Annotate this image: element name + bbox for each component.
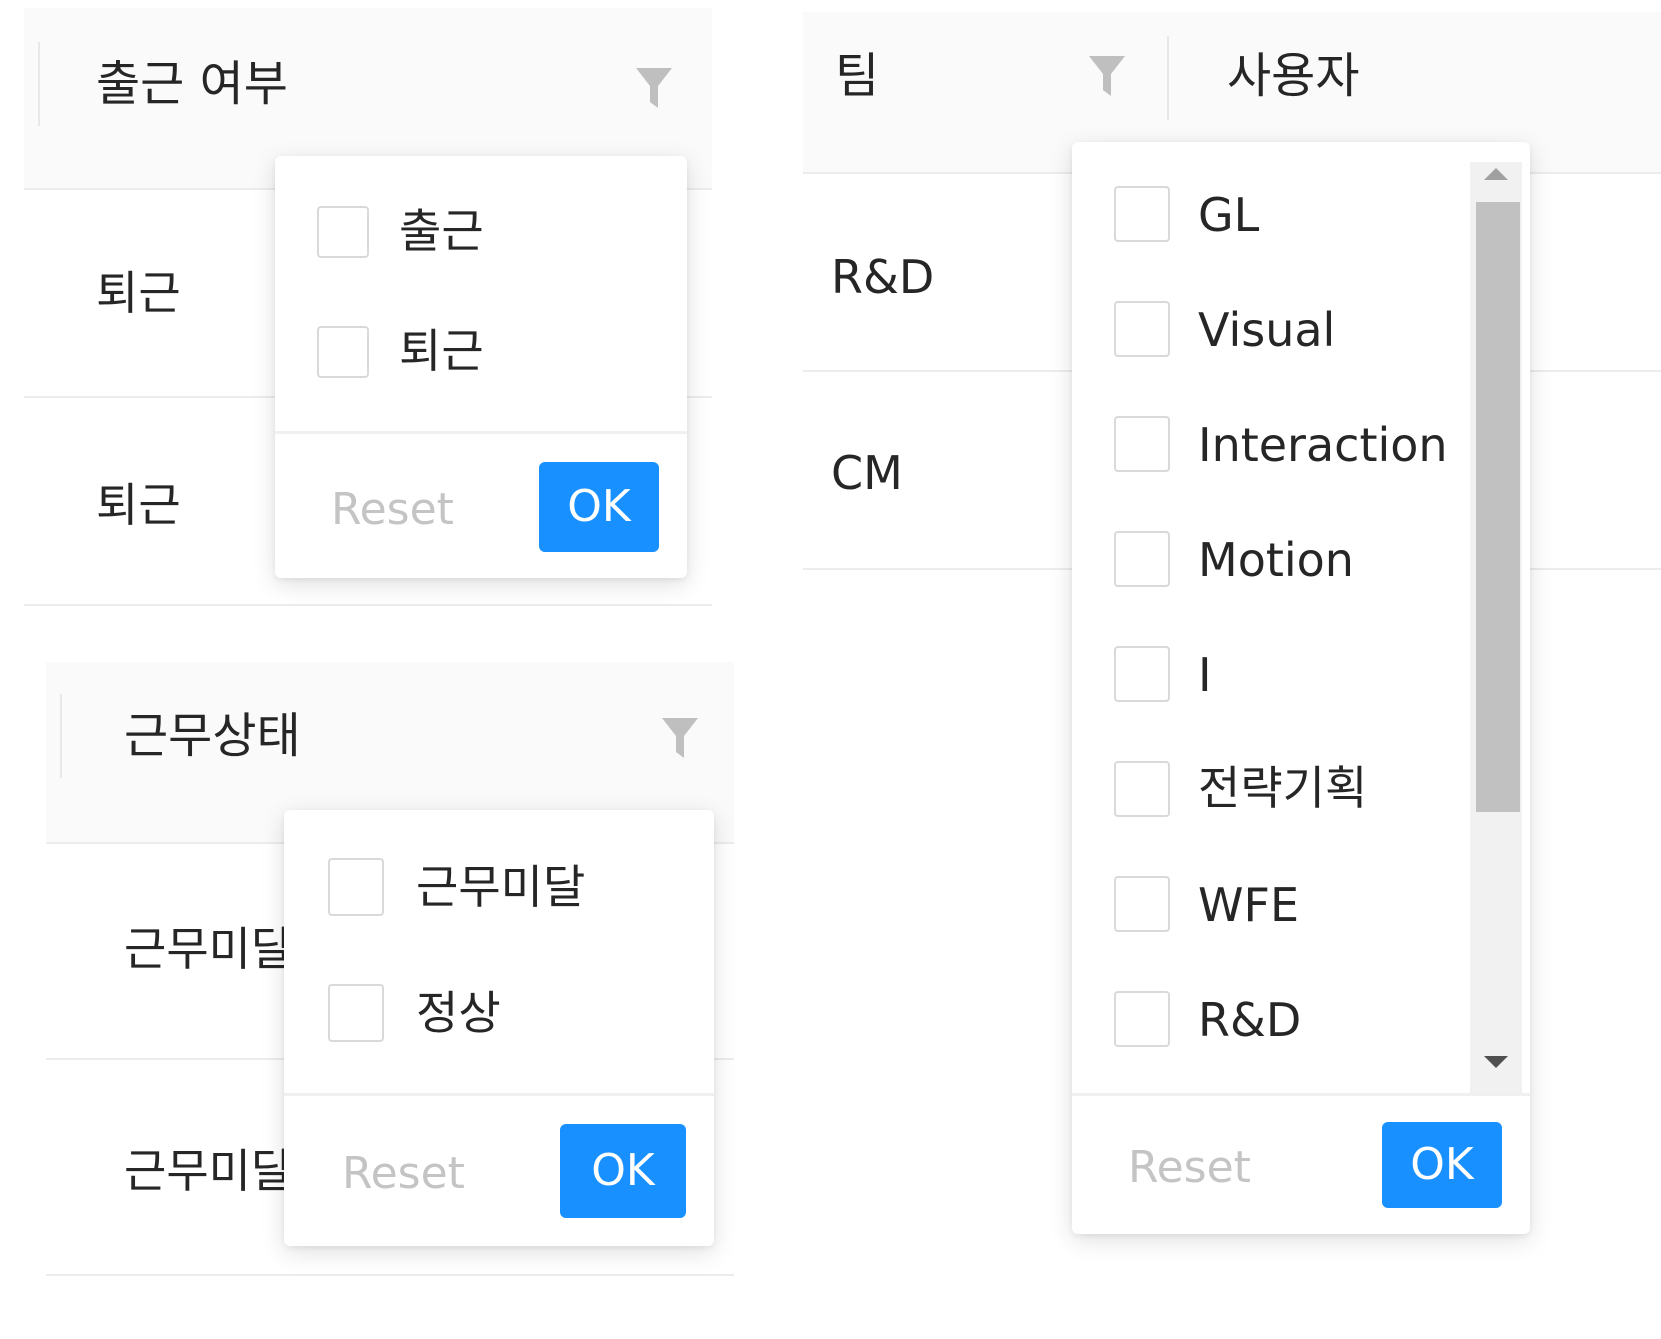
column-title-attendance: 출근 여부: [96, 56, 288, 112]
filter-option-label: 퇴근: [399, 324, 484, 378]
filter-option-item[interactable]: 출근: [275, 202, 687, 262]
filter-option-label: Visual: [1198, 303, 1336, 357]
work-status-filter-dropdown: 근무미달 정상 Reset OK: [284, 810, 714, 1246]
filter-checkbox[interactable]: [328, 858, 384, 916]
filter-option-label: I: [1198, 648, 1212, 702]
filter-checkbox[interactable]: [1114, 876, 1170, 932]
filter-checkbox[interactable]: [1114, 416, 1170, 472]
filter-option-item[interactable]: Motion: [1072, 531, 1530, 591]
filter-funnel-icon[interactable]: [634, 66, 674, 112]
filter-option-label: 전략기획: [1198, 761, 1368, 815]
dropdown-scrollbar[interactable]: [1470, 162, 1522, 1094]
row-cell-team: R&D: [831, 250, 935, 304]
filter-funnel-icon[interactable]: [660, 716, 700, 762]
scrollbar-thumb[interactable]: [1476, 202, 1520, 812]
caret-down-icon[interactable]: [1484, 1056, 1508, 1068]
filter-checkbox[interactable]: [1114, 991, 1170, 1047]
filter-checkbox[interactable]: [1114, 646, 1170, 702]
row-cell-attendance: 퇴근: [96, 266, 181, 320]
column-title-team: 팀: [835, 48, 880, 104]
filter-option-item[interactable]: GL: [1072, 186, 1530, 246]
filter-option-item[interactable]: 전략기획: [1072, 761, 1530, 821]
filter-option-item[interactable]: 퇴근: [275, 322, 687, 382]
filter-dropdown-footer: Reset OK: [275, 431, 687, 578]
ok-button[interactable]: OK: [560, 1124, 686, 1218]
filter-option-label: GL: [1198, 188, 1260, 242]
filter-option-item[interactable]: Visual: [1072, 301, 1530, 361]
filter-option-label: Motion: [1198, 533, 1354, 587]
column-title-user: 사용자: [1227, 48, 1360, 104]
filter-funnel-icon[interactable]: [1087, 54, 1127, 100]
filter-option-item[interactable]: R&D: [1072, 991, 1530, 1051]
reset-button[interactable]: Reset: [342, 1152, 465, 1196]
filter-dropdown-footer: Reset OK: [1072, 1093, 1530, 1234]
header-divider: [38, 42, 40, 126]
filter-checkbox[interactable]: [317, 206, 369, 258]
filter-option-label: Interaction: [1198, 418, 1448, 472]
filter-option-item[interactable]: Interaction: [1072, 416, 1530, 476]
filter-option-label: R&D: [1198, 993, 1302, 1047]
row-cell-attendance: 퇴근: [96, 478, 181, 532]
row-cell-team: CM: [831, 446, 903, 500]
row-cell-work-status: 근무미달: [124, 922, 294, 976]
team-filter-dropdown: GL Visual Interaction Motion I 전략기획 WFE …: [1072, 142, 1530, 1234]
reset-button[interactable]: Reset: [1128, 1146, 1251, 1190]
filter-option-item[interactable]: WFE: [1072, 876, 1530, 936]
filter-dropdown-footer: Reset OK: [284, 1093, 714, 1246]
reset-button[interactable]: Reset: [331, 488, 454, 532]
filter-option-item[interactable]: 근무미달: [284, 858, 714, 918]
ok-button[interactable]: OK: [539, 462, 659, 552]
filter-checkbox[interactable]: [1114, 186, 1170, 242]
filter-checkbox[interactable]: [317, 326, 369, 378]
ok-button[interactable]: OK: [1382, 1122, 1502, 1208]
filter-option-item[interactable]: I: [1072, 646, 1530, 706]
filter-checkbox[interactable]: [1114, 761, 1170, 817]
filter-option-item[interactable]: 정상: [284, 984, 714, 1044]
row-cell-work-status: 근무미달: [124, 1144, 294, 1198]
filter-option-label: WFE: [1198, 878, 1300, 932]
filter-checkbox[interactable]: [1114, 301, 1170, 357]
header-divider: [60, 694, 62, 778]
header-divider: [1167, 36, 1169, 120]
filter-option-label: 정상: [416, 986, 501, 1040]
caret-up-icon[interactable]: [1484, 168, 1508, 180]
column-title-work-status: 근무상태: [124, 708, 301, 764]
attendance-filter-dropdown: 출근 퇴근 Reset OK: [275, 156, 687, 578]
filter-option-label: 출근: [399, 204, 484, 258]
filter-checkbox[interactable]: [328, 984, 384, 1042]
filter-option-label: 근무미달: [416, 860, 586, 914]
filter-checkbox[interactable]: [1114, 531, 1170, 587]
